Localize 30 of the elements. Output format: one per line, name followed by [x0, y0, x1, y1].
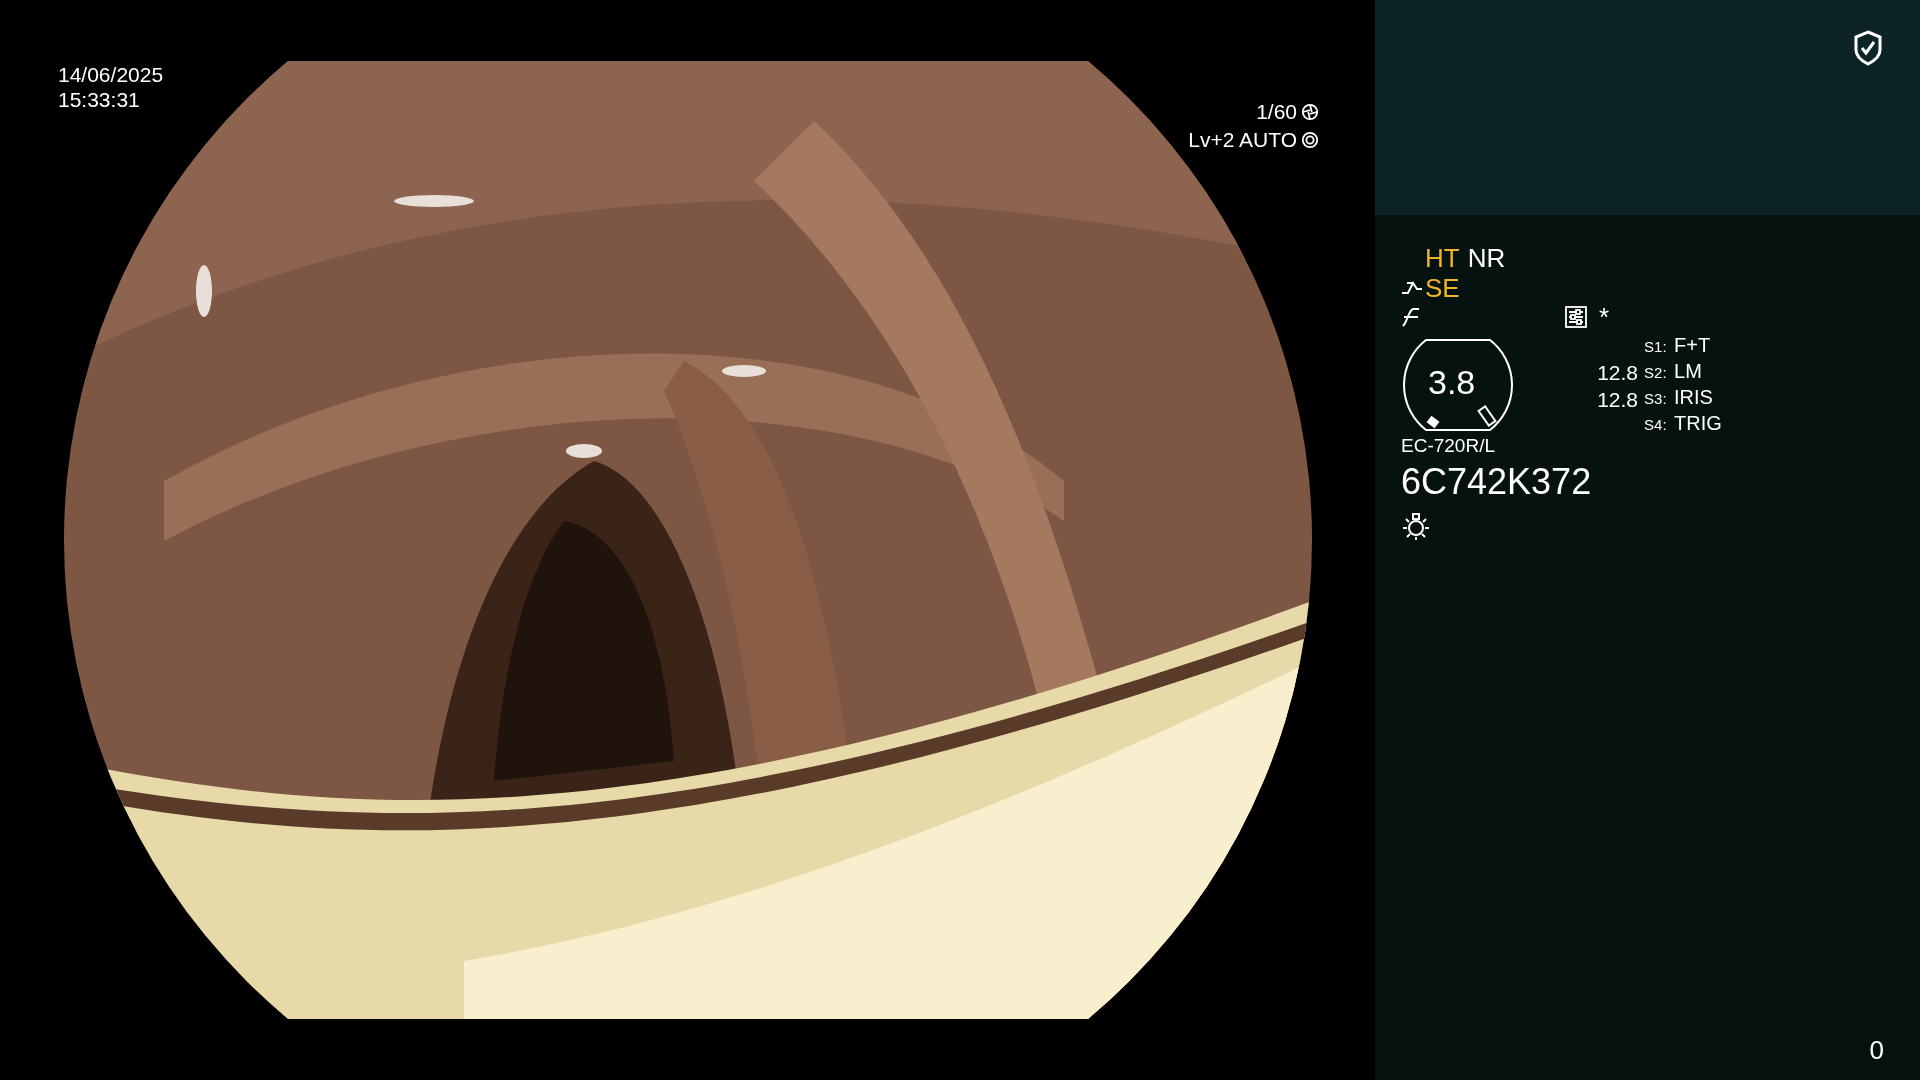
- sliders-icon: [1565, 306, 1587, 328]
- switch-function-text: TRIG: [1674, 411, 1722, 436]
- aperture-icon: [1301, 103, 1319, 121]
- slash-curve-icon: [1401, 306, 1421, 328]
- date-text: 14/06/2025: [58, 62, 164, 87]
- reading-text: 12.8: [1597, 360, 1639, 386]
- image-mode-text: HT: [1425, 243, 1460, 273]
- shutter-speed-text: 1/60: [1256, 99, 1297, 125]
- asterisk-text: *: [1599, 305, 1610, 329]
- counter-text: 0: [1869, 1034, 1884, 1067]
- gauge-outline-icon: [1401, 339, 1515, 431]
- serial-number-text: 6C742K372: [1401, 461, 1592, 503]
- switch-function-text: LM: [1674, 359, 1702, 384]
- reading-text: 12.8: [1597, 387, 1639, 413]
- scope-model-text: EC-720R/L: [1401, 435, 1496, 457]
- switch-key-text: S1:: [1644, 337, 1668, 357]
- light-icon: [1401, 511, 1431, 541]
- gauge-value-text: 3.8: [1428, 363, 1476, 401]
- enhancement-mode-text: SE: [1425, 273, 1460, 303]
- exposure-mode-text: Lv+2 AUTO: [1188, 127, 1297, 153]
- curve-icon: [1401, 279, 1423, 297]
- shield-check-icon: [1854, 30, 1882, 66]
- image-mode-text: NR: [1467, 243, 1506, 273]
- time-text: 15:33:31: [58, 87, 141, 112]
- aperture-icon: [1301, 131, 1319, 149]
- switch-key-text: S2:: [1644, 363, 1668, 383]
- switch-key-text: S3:: [1644, 389, 1668, 409]
- switch-function-text: F+T: [1674, 333, 1711, 358]
- switch-key-text: S4:: [1644, 415, 1668, 435]
- switch-function-text: IRIS: [1674, 385, 1713, 410]
